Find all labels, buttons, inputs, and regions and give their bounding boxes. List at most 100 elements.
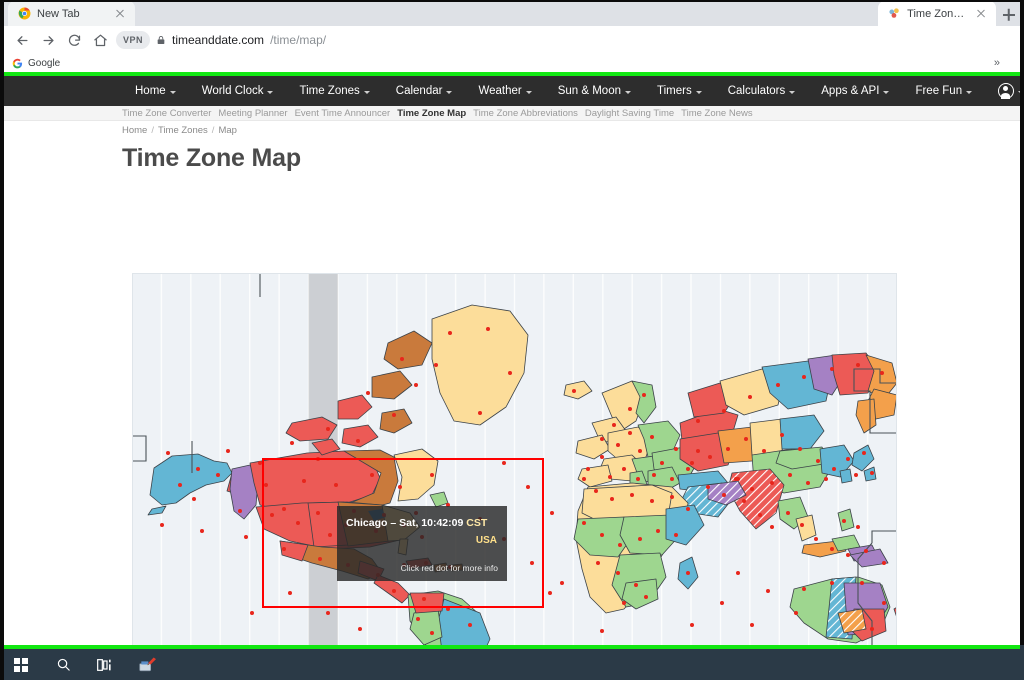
browser-tab-time-zone-map[interactable]: Time Zone Map [878, 1, 997, 26]
breadcrumb-item-map: Map [218, 125, 237, 136]
paint-button[interactable] [134, 652, 160, 678]
windows-logo-icon [14, 657, 28, 672]
chevron-down-icon [883, 90, 890, 94]
taskbar-icons [0, 649, 1024, 680]
chevron-down-icon [966, 90, 973, 94]
nav-item-apps-api[interactable]: Apps & API [808, 76, 902, 106]
tab-title: New Tab [37, 7, 80, 20]
address-bar[interactable]: timeanddate.com/time/map/ [156, 29, 1014, 51]
chevron-down-icon [169, 90, 176, 94]
url-path: /time/map/ [270, 33, 327, 47]
browser-tab-new-tab[interactable]: New Tab [8, 1, 136, 26]
nav-item-timers[interactable]: Timers [644, 76, 715, 106]
window-frame-right [1020, 0, 1024, 645]
page-viewport: Home World Clock Time Zones Calendar Weather… [4, 76, 1020, 647]
nav-item-label: Calendar [395, 85, 443, 97]
breadcrumb: Home / Time Zones / Map [4, 121, 1020, 136]
nav-item-weather[interactable]: Weather [465, 76, 544, 106]
breadcrumb-item-time-zones[interactable]: Time Zones [158, 125, 208, 136]
chevron-down-icon [363, 90, 370, 94]
nav-item-label: Timers [657, 85, 692, 97]
paint-icon [138, 657, 156, 672]
windows-taskbar [0, 645, 1024, 680]
bookmarks-overflow-button[interactable]: » [994, 57, 1000, 69]
subnav-item-time-zone-news[interactable]: Time Zone News [681, 108, 752, 119]
bookmark-google[interactable]: Google [12, 58, 60, 69]
back-arrow-icon[interactable] [10, 28, 34, 52]
nav-item-free-fun[interactable]: Free Fun [902, 76, 985, 106]
chevron-down-icon [789, 90, 796, 94]
nav-item-label: Time Zones [299, 85, 360, 97]
tooltip-hint: Click red dot for more info [400, 563, 498, 573]
browser-toolbar: VPN timeanddate.com/time/map/ [4, 26, 1020, 54]
subnav-item-time-zone-abbreviations[interactable]: Time Zone Abbreviations [473, 108, 578, 119]
nav-item-label: Calculators [727, 85, 786, 97]
nav-item-sun-moon[interactable]: Sun & Moon [545, 76, 644, 106]
nav-item-home[interactable]: Home [122, 76, 189, 106]
nav-item-label: World Clock [201, 85, 264, 97]
nav-item-label: Sun & Moon [557, 85, 621, 97]
tooltip-dash: – [390, 517, 397, 529]
time-zone-map[interactable]: Chicago – Sat, 10:42:09 CST USA Click re… [132, 273, 897, 647]
lock-icon [156, 34, 166, 46]
chrome-icon [18, 7, 31, 20]
tooltip-city: Chicago [346, 517, 388, 529]
sub-navigation: Time Zone Converter Meeting Planner Event … [4, 106, 1020, 121]
new-tab-button[interactable] [998, 4, 1020, 26]
search-icon [57, 658, 70, 671]
chevron-down-icon [446, 90, 453, 94]
tooltip-country: USA [475, 535, 497, 546]
tooltip-datetime: Sat, 10:42:09 [399, 517, 464, 529]
nav-item-world-clock[interactable]: World Clock [189, 76, 287, 106]
forward-arrow-icon[interactable] [36, 28, 60, 52]
nav-item-label: Weather [478, 85, 522, 97]
reload-icon[interactable] [62, 28, 86, 52]
home-icon[interactable] [88, 28, 112, 52]
timeanddate-icon [888, 7, 901, 20]
map-hover-tooltip: Chicago – Sat, 10:42:09 CST USA Click re… [337, 506, 507, 581]
search-button[interactable] [50, 652, 76, 678]
nav-item-label: Home [135, 85, 166, 97]
google-icon [12, 58, 23, 69]
breadcrumb-separator: / [151, 125, 154, 136]
tab-title: Time Zone Map [907, 7, 968, 20]
tab-strip: New Tab Time Zone Map [4, 0, 1020, 26]
nav-item-calendar[interactable]: Calendar [383, 76, 466, 106]
nav-item-label: Free Fun [915, 85, 963, 97]
tab-strip-empty-area [135, 1, 878, 26]
nav-item-time-zones[interactable]: Time Zones [286, 76, 382, 106]
tooltip-main-line: Chicago – Sat, 10:42:09 CST [346, 517, 487, 529]
chevron-down-icon [625, 90, 631, 94]
tooltip-timezone: CST [466, 517, 488, 529]
account-menu-button[interactable] [985, 76, 1020, 106]
vpn-indicator[interactable]: VPN [116, 31, 150, 49]
bookmark-label: Google [28, 57, 61, 69]
subnav-item-meeting-planner[interactable]: Meeting Planner [218, 108, 287, 119]
nav-item-label: Apps & API [821, 85, 880, 97]
subnav-item-event-time-announcer[interactable]: Event Time Announcer [295, 108, 391, 119]
chevron-down-icon [695, 90, 702, 94]
window-frame-left [0, 0, 4, 680]
window-frame-top [0, 0, 1024, 2]
close-icon[interactable] [974, 7, 988, 21]
url-host: timeanddate.com [172, 33, 265, 47]
chevron-down-icon [525, 90, 532, 94]
site-navigation: Home World Clock Time Zones Calendar Weather… [4, 76, 1020, 106]
breadcrumb-separator: / [211, 125, 215, 136]
screen: New Tab Time Zone Map [0, 0, 1024, 680]
task-view-button[interactable] [92, 652, 118, 678]
page-title: Time Zone Map [122, 144, 301, 172]
chevron-down-icon [267, 90, 274, 94]
breadcrumb-item-home[interactable]: Home [122, 125, 147, 136]
task-view-icon [97, 658, 111, 671]
bookmarks-bar: Google » [4, 54, 1020, 72]
start-button[interactable] [8, 652, 34, 678]
subnav-item-daylight-saving-time[interactable]: Daylight Saving Time [585, 108, 674, 119]
subnav-item-time-zone-map[interactable]: Time Zone Map [397, 108, 466, 119]
browser-window: New Tab Time Zone Map [4, 0, 1020, 647]
close-icon[interactable] [113, 7, 127, 21]
user-avatar-icon [998, 83, 1015, 99]
subnav-item-time-zone-converter[interactable]: Time Zone Converter [122, 108, 211, 119]
world-map-graphic[interactable] [132, 273, 897, 647]
nav-item-calculators[interactable]: Calculators [715, 76, 809, 106]
